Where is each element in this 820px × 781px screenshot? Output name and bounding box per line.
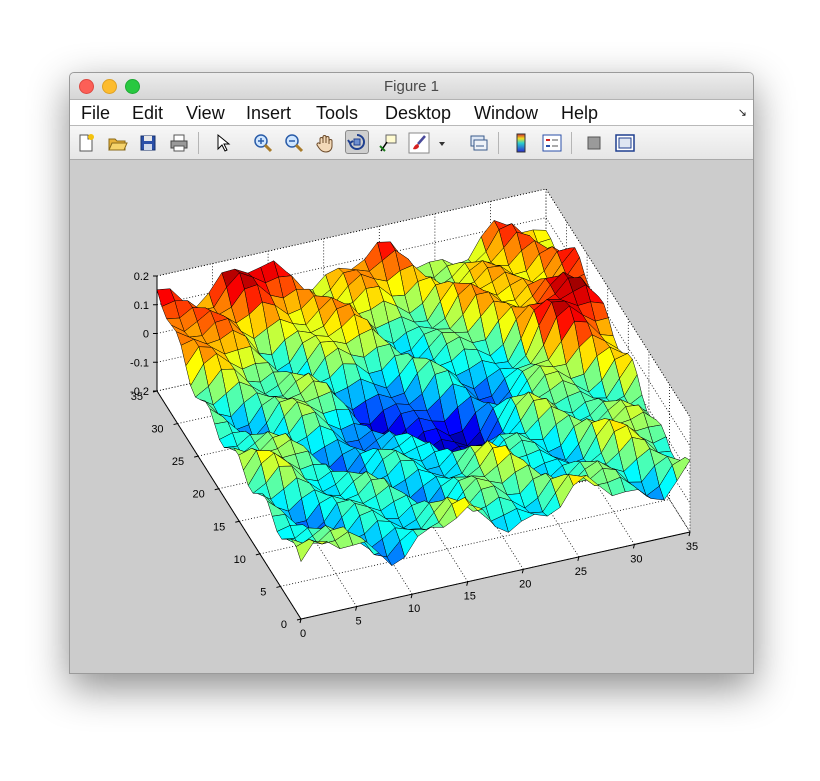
legend-icon[interactable] xyxy=(541,132,563,154)
y-tick-label: 30 xyxy=(151,424,163,436)
brush-dropdown-icon[interactable] xyxy=(437,132,447,154)
y-tick-label: 10 xyxy=(234,554,246,566)
y-tick-label: 15 xyxy=(213,521,225,533)
figure-toolbar xyxy=(70,126,753,160)
zoom-in-icon[interactable] xyxy=(252,132,274,154)
y-tick-label: 0 xyxy=(281,619,287,631)
edit-plot-arrow-icon[interactable] xyxy=(211,132,233,154)
new-figure-icon[interactable] xyxy=(75,132,97,154)
y-tick xyxy=(194,455,199,458)
print-icon[interactable] xyxy=(168,132,190,154)
y-tick xyxy=(276,585,281,588)
menu-help[interactable]: Help xyxy=(561,103,598,124)
y-tick xyxy=(255,553,260,556)
x-tick-label: 0 xyxy=(300,628,306,640)
x-tick-label: 30 xyxy=(630,553,642,565)
menu-view[interactable]: View xyxy=(186,103,225,124)
y-tick-label: 5 xyxy=(260,586,266,598)
menu-file[interactable]: File xyxy=(81,103,110,124)
y-tick xyxy=(173,423,178,426)
menu-window[interactable]: Window xyxy=(474,103,538,124)
brush-icon[interactable] xyxy=(408,132,430,154)
dock-arrow-icon[interactable]: ↘ xyxy=(738,106,747,119)
data-cursor-icon[interactable] xyxy=(377,132,399,154)
z-tick-label: -0.1 xyxy=(130,357,149,369)
menu-edit[interactable]: Edit xyxy=(132,103,163,124)
link-plot-icon[interactable] xyxy=(468,132,490,154)
title-bar: Figure 1 xyxy=(70,73,753,100)
menu-insert[interactable]: Insert xyxy=(246,103,291,124)
y-tick xyxy=(235,520,240,523)
z-tick-label: 0.2 xyxy=(134,271,149,283)
y-tick-label: 20 xyxy=(192,489,204,501)
y-tick xyxy=(214,488,219,491)
menu-bar: File Edit View Insert Tools Desktop Wind… xyxy=(70,100,753,126)
pan-hand-icon[interactable] xyxy=(314,132,336,154)
rotate-3d-icon[interactable] xyxy=(345,130,369,154)
window-title: Figure 1 xyxy=(383,78,440,95)
colorbar-icon[interactable] xyxy=(510,132,532,154)
menu-tools[interactable]: Tools xyxy=(316,103,358,124)
menu-desktop[interactable]: Desktop xyxy=(385,103,451,124)
zoom-out-icon[interactable] xyxy=(283,132,305,154)
figure-window: Figure 1 File Edit View Insert Tools Des… xyxy=(69,72,754,674)
x-tick-label: 25 xyxy=(575,566,587,578)
z-tick-label: 0 xyxy=(143,329,149,341)
axes-area[interactable]: 0 5 10 15 20 25 30 35 0 5 10 15 20 25 30 35 -0.2 -0.1 0 0.1… xyxy=(70,160,753,673)
toolbar-separator xyxy=(198,132,199,154)
save-icon[interactable] xyxy=(137,132,159,154)
toolbar-separator xyxy=(571,132,572,154)
open-file-icon[interactable] xyxy=(106,132,128,154)
x-tick-label: 5 xyxy=(356,616,362,628)
z-tick-label: -0.2 xyxy=(130,386,149,398)
z-tick-label: 0.1 xyxy=(134,300,149,312)
hide-plot-tools-icon[interactable] xyxy=(583,132,605,154)
x-tick-label: 20 xyxy=(519,578,531,590)
show-plot-tools-icon[interactable] xyxy=(614,132,636,154)
x-tick-label: 35 xyxy=(686,541,698,553)
y-tick-label: 25 xyxy=(172,456,184,468)
toolbar-separator xyxy=(498,132,499,154)
x-tick-label: 15 xyxy=(464,591,476,603)
x-tick-label: 10 xyxy=(408,603,420,615)
surface-plot[interactable]: 0510152025303505101520253035-0.2-0.100.1… xyxy=(70,160,753,673)
